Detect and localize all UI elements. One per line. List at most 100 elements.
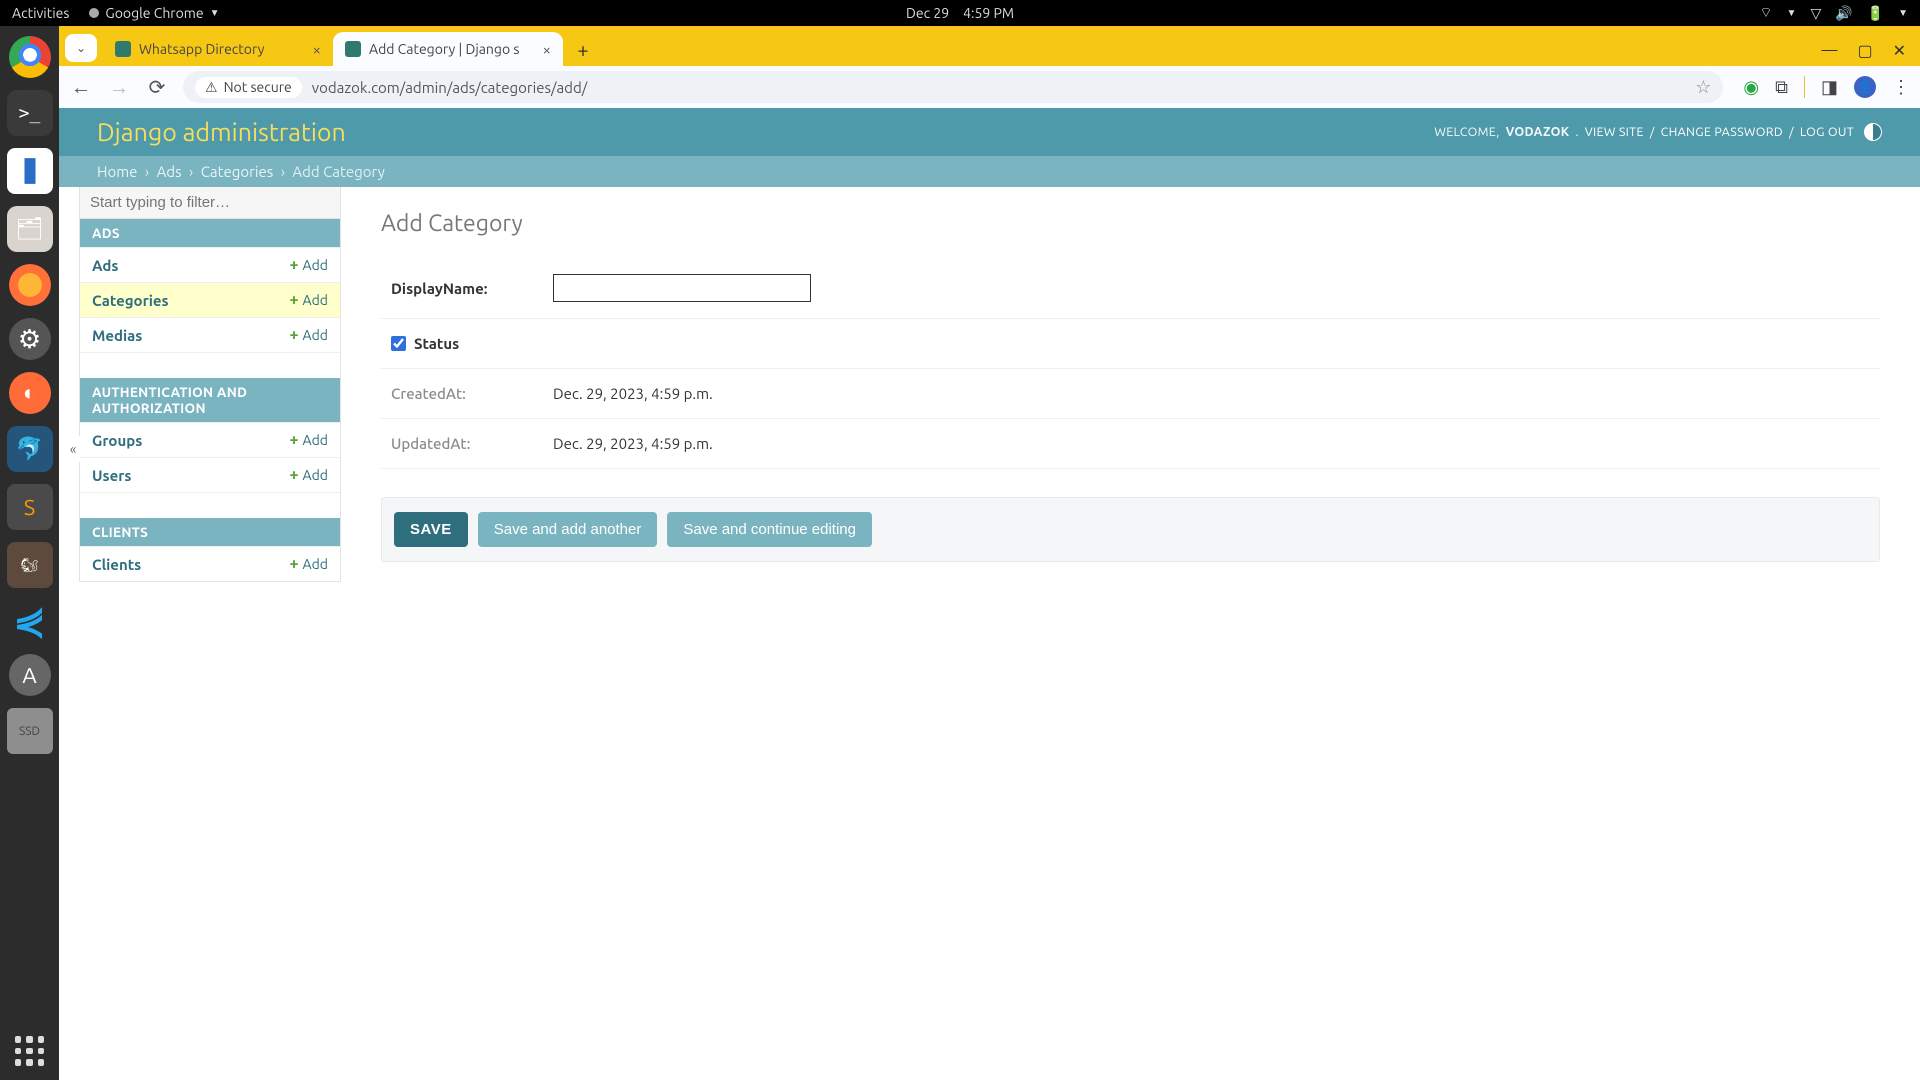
browser-tab-add-category[interactable]: Add Category | Django s ×: [333, 32, 563, 66]
plus-icon: +: [290, 256, 299, 274]
breadcrumb-current: Add Category: [292, 163, 384, 180]
back-button[interactable]: ←: [69, 75, 93, 100]
security-label: Not secure: [224, 79, 292, 95]
volume-icon[interactable]: 🔊: [1835, 5, 1852, 22]
network-icon[interactable]: ▽: [1810, 5, 1821, 22]
dock-dbeaver-icon[interactable]: 🐿: [7, 542, 53, 588]
breadcrumb-home[interactable]: Home: [97, 163, 137, 180]
sidebar-item-ads: Ads +Add: [80, 247, 340, 282]
breadcrumb-ads[interactable]: Ads: [157, 163, 182, 180]
main-content: Add Category DisplayName: Status Created…: [341, 187, 1920, 602]
sidebar-item-groups: Groups +Add: [80, 422, 340, 457]
add-label: Add: [303, 556, 328, 572]
sidebar-section-auth: AUTHENTICATION AND AUTHORIZATION: [80, 378, 340, 422]
sidebar-add-link[interactable]: +Add: [290, 431, 329, 449]
save-button[interactable]: SAVE: [394, 512, 468, 547]
sidebar-model-link[interactable]: Groups: [92, 432, 142, 449]
sidebar-item-users: Users +Add: [80, 457, 340, 492]
plus-icon: +: [290, 431, 299, 449]
form-row-createdat: CreatedAt: Dec. 29, 2023, 4:59 p.m.: [381, 369, 1880, 419]
focused-app-indicator[interactable]: Google Chrome ▼: [89, 5, 219, 21]
dock-vscode-icon[interactable]: ⋞: [9, 600, 51, 642]
submit-row: SAVE Save and add another Save and conti…: [381, 497, 1880, 562]
address-bar[interactable]: ⚠ Not secure vodazok.com/admin/ads/categ…: [183, 71, 1723, 103]
add-label: Add: [303, 432, 328, 448]
dock-terminal-icon[interactable]: >_: [7, 90, 53, 136]
reload-button[interactable]: ⟳: [145, 75, 169, 99]
sidebar-add-link[interactable]: +Add: [290, 466, 329, 484]
form-row-status: Status: [381, 319, 1880, 369]
security-chip[interactable]: ⚠ Not secure: [195, 77, 302, 98]
form-row-displayname: DisplayName:: [381, 258, 1880, 319]
sidebar-section-ads: ADS: [80, 219, 340, 247]
sidebar-section-clients: CLIENTS: [80, 518, 340, 546]
add-label: Add: [303, 327, 328, 343]
tab-close-icon[interactable]: ×: [543, 41, 551, 58]
status-checkbox[interactable]: [391, 336, 406, 351]
tab-close-icon[interactable]: ×: [313, 41, 321, 58]
breadcrumb: Home › Ads › Categories › Add Category: [59, 156, 1920, 187]
user-sep: /: [1789, 125, 1794, 139]
clock-date[interactable]: Dec 29: [906, 5, 949, 21]
sidebar-model-link[interactable]: Clients: [92, 556, 141, 573]
status-label: Status: [414, 335, 459, 352]
bookmark-star-icon[interactable]: ☆: [1695, 77, 1711, 98]
dock-files-icon[interactable]: 🗂: [7, 206, 53, 252]
dock-mysql-workbench-icon[interactable]: 🐬: [7, 426, 53, 472]
tab-search-button[interactable]: ⌄: [65, 34, 97, 62]
sidebar-item-clients: Clients +Add: [80, 546, 340, 581]
django-brand[interactable]: Django administration: [97, 118, 346, 146]
breadcrumb-categories[interactable]: Categories: [201, 163, 274, 180]
sidebar-model-link[interactable]: Medias: [92, 327, 142, 344]
plus-icon: +: [290, 466, 299, 484]
sidebar-add-link[interactable]: +Add: [290, 291, 329, 309]
dock-sublime-icon[interactable]: S: [7, 484, 53, 530]
window-maximize-button[interactable]: ▢: [1857, 41, 1872, 60]
sidebar-model-link[interactable]: Users: [92, 467, 131, 484]
window-minimize-button[interactable]: —: [1822, 41, 1838, 60]
view-site-link[interactable]: VIEW SITE: [1585, 125, 1644, 139]
sidebar-filter-input[interactable]: [80, 187, 340, 219]
window-close-button[interactable]: ✕: [1893, 41, 1906, 60]
sidebar-model-link[interactable]: Ads: [92, 257, 118, 274]
save-and-add-another-button[interactable]: Save and add another: [478, 512, 658, 547]
updatedat-value: Dec. 29, 2023, 4:59 p.m.: [553, 435, 713, 452]
browser-tab-whatsapp-directory[interactable]: Whatsapp Directory ×: [103, 32, 333, 66]
chrome-menu-icon[interactable]: ⋮: [1892, 77, 1910, 98]
extension-adblock-icon[interactable]: ◉: [1743, 77, 1759, 98]
dock-show-applications-icon[interactable]: [15, 1036, 45, 1066]
clock-time[interactable]: 4:59 PM: [963, 5, 1014, 21]
dock-text-editor-icon[interactable]: [7, 148, 53, 194]
side-panel-icon[interactable]: ◨: [1821, 77, 1838, 98]
forward-button[interactable]: →: [107, 75, 131, 100]
save-and-continue-button[interactable]: Save and continue editing: [667, 512, 872, 547]
dock-software-updater-icon[interactable]: A: [9, 654, 51, 696]
add-label: Add: [303, 292, 328, 308]
chevron-down-icon: ▼: [1898, 7, 1908, 19]
dock-postman-icon[interactable]: ◐: [9, 372, 51, 414]
sidebar-collapse-button[interactable]: «: [66, 436, 80, 462]
change-password-link[interactable]: CHANGE PASSWORD: [1661, 125, 1783, 139]
user-sep: .: [1575, 125, 1578, 139]
focused-app-name: Google Chrome: [105, 5, 203, 21]
displayname-input[interactable]: [553, 274, 811, 302]
sidebar-add-link[interactable]: +Add: [290, 256, 329, 274]
dock-settings-icon[interactable]: ⚙: [9, 318, 51, 360]
activities-button[interactable]: Activities: [12, 5, 69, 21]
sidebar-model-link[interactable]: Categories: [92, 292, 169, 309]
profile-avatar-icon[interactable]: 👤: [1854, 76, 1876, 98]
dock-disk-icon[interactable]: SSD: [7, 708, 53, 754]
favicon-icon: [115, 41, 131, 57]
sidebar-add-link[interactable]: +Add: [290, 326, 329, 344]
battery-icon[interactable]: 🔋: [1867, 5, 1884, 22]
updatedat-label: UpdatedAt:: [391, 435, 553, 452]
add-label: Add: [303, 257, 328, 273]
logout-link[interactable]: LOG OUT: [1800, 125, 1854, 139]
accessibility-icon[interactable]: ⌔: [1759, 4, 1772, 22]
dock-chrome-icon[interactable]: [9, 36, 51, 78]
dock-firefox-icon[interactable]: [9, 264, 51, 306]
new-tab-button[interactable]: +: [569, 35, 597, 63]
sidebar-add-link[interactable]: +Add: [290, 555, 329, 573]
theme-toggle-icon[interactable]: [1864, 123, 1882, 141]
extensions-icon[interactable]: ⧉: [1775, 77, 1788, 98]
